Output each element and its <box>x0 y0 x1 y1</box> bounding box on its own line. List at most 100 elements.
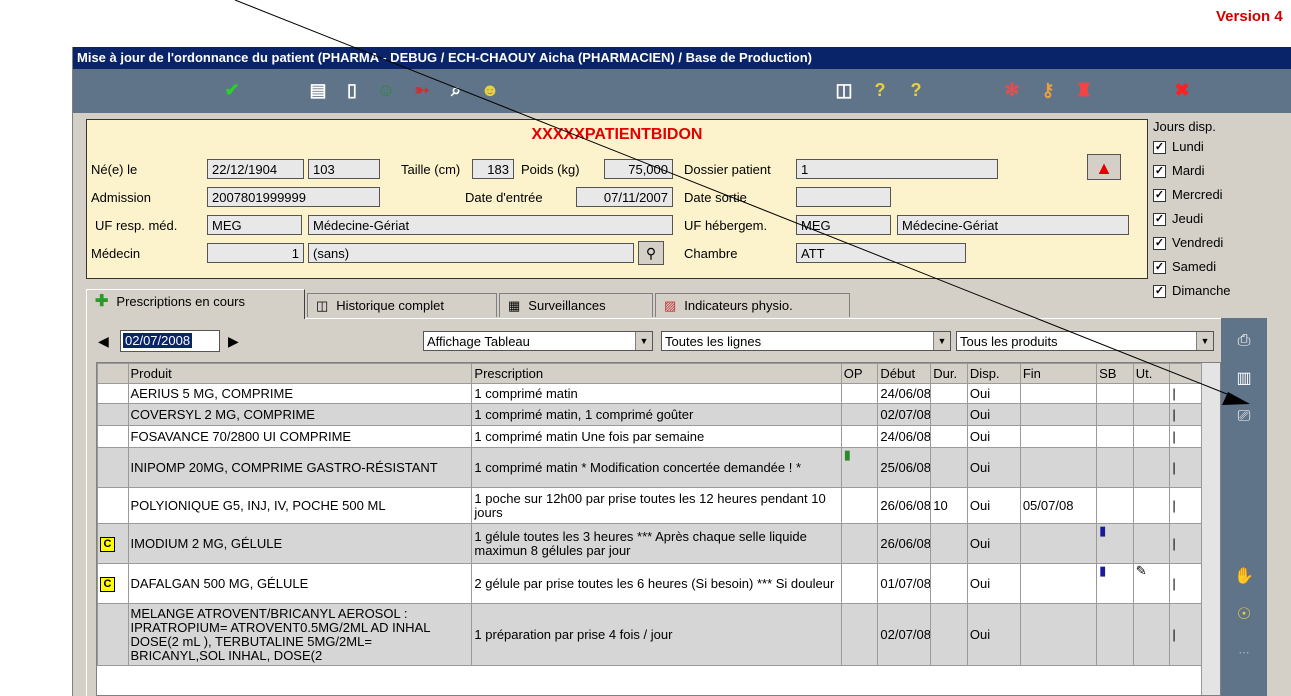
weight-field[interactable]: 75,000 <box>604 159 673 179</box>
cell-disp[interactable]: Oui <box>966 603 1021 666</box>
cell-dur[interactable] <box>930 403 968 426</box>
chevron-down-icon[interactable]: ▼ <box>635 332 652 350</box>
user-key-icon[interactable]: ⚷ <box>1037 79 1059 101</box>
vertical-scrollbar[interactable] <box>1201 363 1220 695</box>
day-mercredi[interactable]: ✓ Mercredi <box>1153 187 1223 203</box>
checkbox-checked-icon[interactable]: ✓ <box>1153 261 1166 275</box>
cell-produit[interactable]: MELANGE ATROVENT/BRICANYL AEROSOL : IPRA… <box>127 603 473 666</box>
cell-debut[interactable]: 25/06/08 <box>877 447 932 488</box>
cell-sb[interactable] <box>1096 447 1134 488</box>
patient-file-field[interactable]: 1 <box>796 159 998 179</box>
cell-badge[interactable] <box>97 447 129 488</box>
doctor-number-field[interactable]: 1 <box>207 243 304 263</box>
col-disp[interactable]: Disp. <box>966 363 1021 384</box>
cell-disp[interactable]: Oui <box>966 487 1021 524</box>
cell-fin[interactable] <box>1019 523 1098 564</box>
table-row[interactable]: COVERSYL 2 MG, COMPRIME 1 comprimé matin,… <box>97 403 1203 426</box>
cell-extra[interactable]: | <box>1169 487 1203 524</box>
cell-badge[interactable] <box>97 403 129 426</box>
cell-disp[interactable]: Oui <box>966 563 1021 604</box>
comment-badge-icon[interactable]: C <box>100 536 115 552</box>
cell-prescription[interactable]: 1 comprimé matin <box>471 383 842 404</box>
cell-sb[interactable]: ▮ <box>1096 563 1134 604</box>
cell-ut[interactable] <box>1132 447 1171 488</box>
window-title[interactable]: Mise à jour de l'ordonnance du patient (… <box>73 47 1291 69</box>
cell-fin[interactable] <box>1019 383 1098 404</box>
prev-date-icon[interactable]: ◀ <box>98 331 109 351</box>
user-edit-icon[interactable]: ☉ <box>1233 604 1255 626</box>
cell-ut[interactable] <box>1132 603 1171 666</box>
cell-debut[interactable]: 26/06/08 <box>877 523 932 564</box>
tab-surveillances[interactable]: ▦ Surveillances <box>499 293 653 317</box>
date-field[interactable]: 02/07/2008 <box>120 330 220 352</box>
cell-ut[interactable] <box>1132 403 1171 426</box>
cell-produit[interactable]: IMODIUM 2 MG, GÉLULE <box>127 523 473 564</box>
uf-heberg-code-field[interactable]: MEG <box>796 215 891 235</box>
comment-badge-icon[interactable]: C <box>100 576 115 592</box>
cell-op[interactable] <box>840 383 879 404</box>
exit-date-field[interactable] <box>796 187 891 207</box>
day-dimanche[interactable]: ✓ Dimanche <box>1153 283 1231 299</box>
cell-sb[interactable]: ▮ <box>1096 523 1134 564</box>
day-samedi[interactable]: ✓ Samedi <box>1153 259 1216 275</box>
cell-op[interactable] <box>840 487 879 524</box>
cell-dur[interactable]: 10 <box>930 487 968 524</box>
col-debut[interactable]: Début <box>877 363 932 384</box>
cell-extra[interactable]: | <box>1169 383 1203 404</box>
notebook-icon[interactable]: ▯ <box>341 79 363 101</box>
cell-fin[interactable] <box>1019 603 1098 666</box>
doctor-name-field[interactable]: (sans) <box>308 243 634 263</box>
col-op[interactable]: OP <box>840 363 879 384</box>
col-dur[interactable]: Dur. <box>930 363 968 384</box>
cell-debut[interactable]: 24/06/08 <box>877 425 932 448</box>
cell-op[interactable]: ▮ <box>840 447 879 488</box>
cell-sb[interactable] <box>1096 403 1134 426</box>
col-sb[interactable]: SB <box>1096 363 1134 384</box>
cell-produit[interactable]: AERIUS 5 MG, COMPRIME <box>127 383 473 404</box>
day-vendredi[interactable]: ✓ Vendredi <box>1153 235 1223 251</box>
cell-fin[interactable] <box>1019 563 1098 604</box>
image-search-icon[interactable]: ⌕ <box>445 79 467 101</box>
col-produit[interactable]: Produit <box>127 363 473 384</box>
table-row[interactable]: INIPOMP 20MG, COMPRIME GASTRO-RÉSISTANT 1… <box>97 447 1203 488</box>
tab-historique[interactable]: ◫ Historique complet <box>307 293 497 317</box>
cell-badge[interactable] <box>97 603 129 666</box>
cell-op[interactable] <box>840 603 879 666</box>
room-field[interactable]: ATT <box>796 243 966 263</box>
cell-debut[interactable]: 24/06/08 <box>877 383 932 404</box>
table-row[interactable]: POLYIONIQUE G5, INJ, IV, POCHE 500 ML 1 p… <box>97 487 1203 524</box>
checkbox-checked-icon[interactable]: ✓ <box>1153 141 1166 155</box>
table-row[interactable]: MELANGE ATROVENT/BRICANYL AEROSOL : IPRA… <box>97 603 1203 666</box>
book-icon[interactable]: ◫ <box>833 79 855 101</box>
cell-ut[interactable] <box>1132 383 1171 404</box>
cell-extra[interactable]: | <box>1169 563 1203 604</box>
cell-dur[interactable] <box>930 563 968 604</box>
cell-dur[interactable] <box>930 383 968 404</box>
cell-ut[interactable] <box>1132 523 1171 564</box>
checkbox-checked-icon[interactable]: ✓ <box>1153 189 1166 203</box>
table-row[interactable]: FOSAVANCE 70/2800 UI COMPRIME 1 comprimé … <box>97 425 1203 448</box>
cell-debut[interactable]: 02/07/08 <box>877 603 932 666</box>
entry-date-field[interactable]: 07/11/2007 <box>576 187 673 207</box>
col-prescription[interactable]: Prescription <box>471 363 842 384</box>
cell-op[interactable] <box>840 403 879 426</box>
checkbox-checked-icon[interactable]: ✓ <box>1153 165 1166 179</box>
cell-badge[interactable] <box>97 425 129 448</box>
uf-resp-label-field[interactable]: Médecine-Gériat <box>308 215 673 235</box>
chevron-down-icon[interactable]: ▼ <box>1196 332 1213 350</box>
cell-ut[interactable] <box>1132 425 1171 448</box>
tab-prescriptions[interactable]: ✚ Prescriptions en cours <box>86 289 305 319</box>
cell-extra[interactable]: | <box>1169 603 1203 666</box>
col-ut[interactable]: Ut. <box>1132 363 1171 384</box>
document-icon[interactable]: ▥ <box>1233 368 1255 390</box>
cell-debut[interactable]: 01/07/08 <box>877 563 932 604</box>
print-doc-icon[interactable]: ▤ <box>307 79 329 101</box>
display-mode-select[interactable]: Affichage Tableau ▼ <box>423 331 653 351</box>
tab-indicateurs[interactable]: ▨ Indicateurs physio. <box>655 293 850 317</box>
user-lock-icon[interactable]: ♜ <box>1073 79 1095 101</box>
close-x-icon[interactable]: ✖ <box>1171 79 1193 101</box>
lines-filter-select[interactable]: Toutes les lignes ▼ <box>661 331 951 351</box>
cell-dur[interactable] <box>930 425 968 448</box>
note-blue-icon[interactable]: ▮ <box>1099 565 1106 579</box>
age-field[interactable]: 103 <box>308 159 380 179</box>
